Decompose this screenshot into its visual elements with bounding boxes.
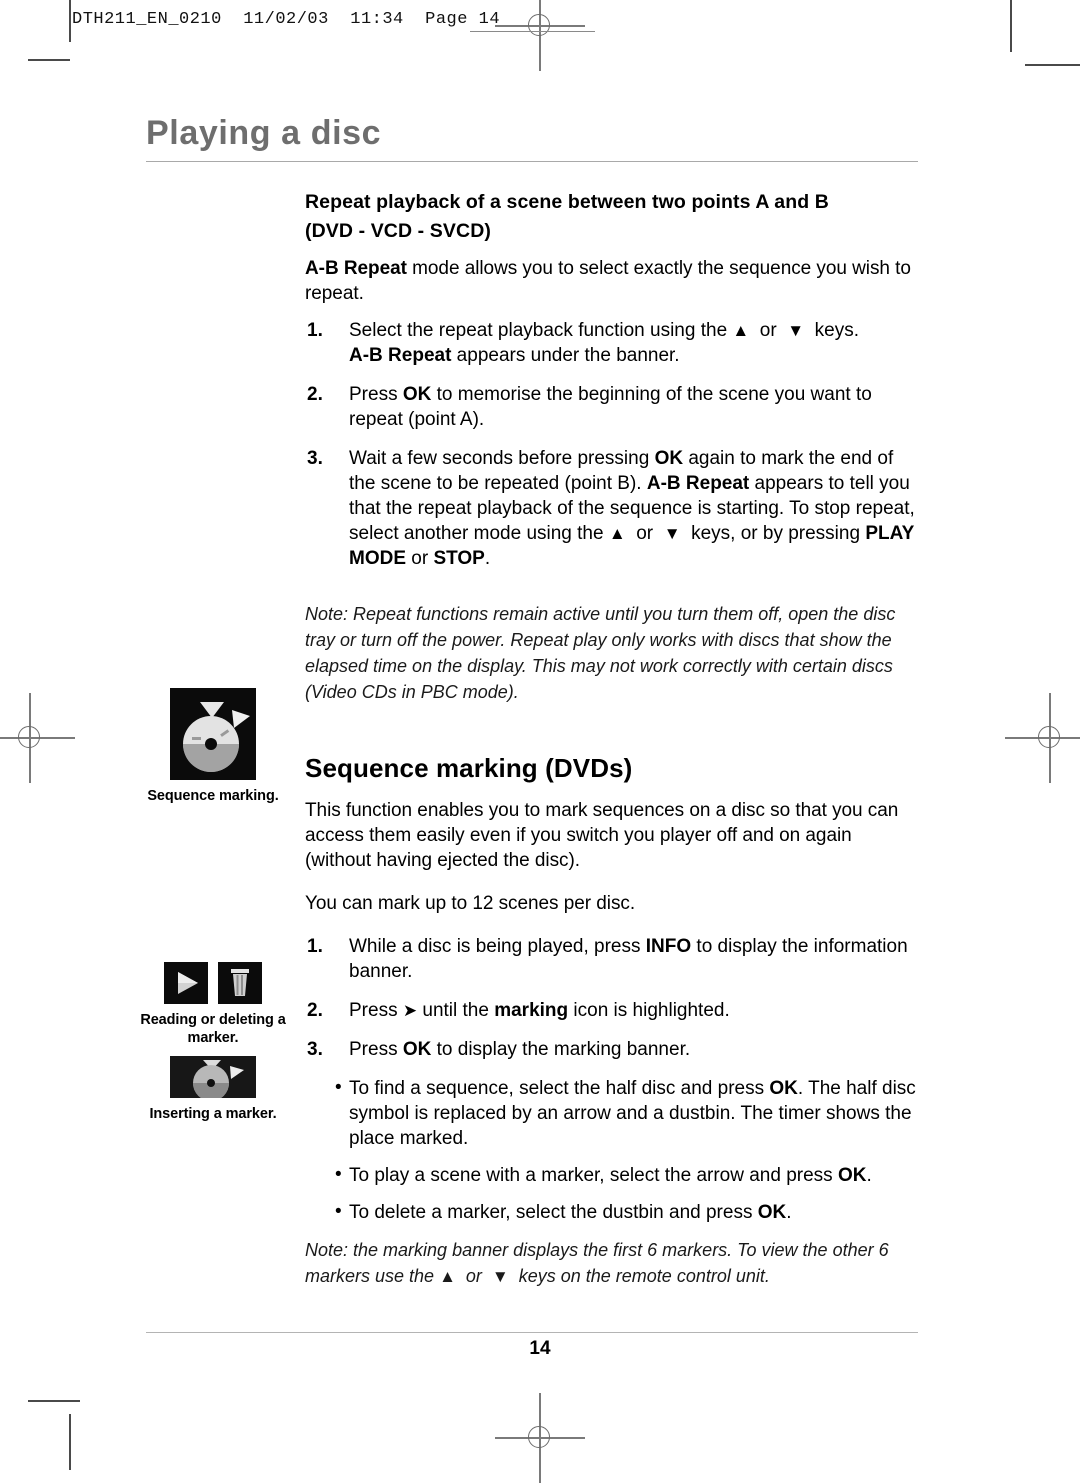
subsection-heading-line2: (DVD - VCD - SVCD) xyxy=(305,220,491,242)
step-number: 1. xyxy=(307,320,323,341)
page-title-rule xyxy=(146,161,918,162)
step-item: 3. Wait a few seconds before pressing OK… xyxy=(305,446,919,571)
bullet-text: To delete a marker, select the dustbin a… xyxy=(349,1202,792,1223)
subsection-heading-ab-repeat: Repeat playback of a scene between two p… xyxy=(305,188,919,246)
figure-caption: Inserting a marker. xyxy=(149,1106,277,1122)
main-content-column: Repeat playback of a scene between two p… xyxy=(305,188,919,1290)
step-number: 3. xyxy=(307,448,323,469)
step-item: 1. While a disc is being played, press I… xyxy=(305,934,919,984)
bullet-text: To play a scene with a marker, select th… xyxy=(349,1165,872,1186)
half-disc-icon xyxy=(170,1056,256,1098)
step-number: 1. xyxy=(307,936,323,957)
step-number: 2. xyxy=(307,384,323,405)
step-number: 3. xyxy=(307,1039,323,1060)
page-title: Playing a disc xyxy=(146,114,382,152)
figure-caption: Sequence marking. xyxy=(147,788,279,804)
step-text: Press OK to memorise the beginning of th… xyxy=(349,384,872,430)
ab-repeat-intro-bold: A-B Repeat xyxy=(305,258,407,279)
figure-inserting-a-marker: Inserting a marker. xyxy=(125,1056,301,1123)
step-text: Select the repeat playback function usin… xyxy=(349,320,859,366)
subsection-heading-line1: Repeat playback of a scene between two p… xyxy=(305,191,829,213)
sequence-marking-bullet-list: • To find a sequence, select the half di… xyxy=(305,1076,919,1225)
step-text: Wait a few seconds before pressing OK ag… xyxy=(349,448,915,569)
step-number: 2. xyxy=(307,1000,323,1021)
step-item: 2. Press OK to memorise the beginning of… xyxy=(305,382,919,432)
list-item: • To find a sequence, select the half di… xyxy=(305,1076,919,1151)
step-text: Press OK to display the marking banner. xyxy=(349,1039,691,1060)
ab-repeat-note: Note: Repeat functions remain active unt… xyxy=(305,604,896,702)
document-page: Playing a disc Sequence marking. Reading… xyxy=(0,0,1080,1470)
dustbin-icon xyxy=(218,962,263,1004)
play-arrow-icon xyxy=(163,962,208,1004)
step-text: While a disc is being played, press INFO… xyxy=(349,936,908,982)
section-heading-sequence-marking: Sequence marking (DVDs) xyxy=(305,753,633,783)
step-item: 1. Select the repeat playback function u… xyxy=(305,318,919,368)
bullet-dot: • xyxy=(335,1201,342,1222)
step-item: 2. Press ➤ until the marking icon is hig… xyxy=(305,998,919,1023)
sequence-marking-steps-list: 1. While a disc is being played, press I… xyxy=(305,934,919,1062)
disc-marking-icon xyxy=(170,688,256,780)
bullet-dot: • xyxy=(335,1164,342,1185)
ab-repeat-steps-list: 1. Select the repeat playback function u… xyxy=(305,318,919,571)
sequence-marking-paragraph-1: This function enables you to mark sequen… xyxy=(305,800,899,871)
step-text: Press ➤ until the marking icon is highli… xyxy=(349,1000,730,1021)
list-item: • To delete a marker, select the dustbin… xyxy=(305,1200,919,1225)
figure-reading-or-deleting-marker: Reading or deleting a marker. xyxy=(125,962,301,1047)
figure-sequence-marking: Sequence marking. xyxy=(125,688,301,805)
bullet-text: To find a sequence, select the half disc… xyxy=(349,1078,916,1149)
figure-caption: Reading or deleting a marker. xyxy=(140,1012,286,1046)
sequence-marking-paragraph-2: You can mark up to 12 scenes per disc. xyxy=(305,893,636,914)
sequence-marking-note: Note: the marking banner displays the fi… xyxy=(305,1240,889,1286)
bullet-dot: • xyxy=(335,1077,342,1098)
list-item: • To play a scene with a marker, select … xyxy=(305,1163,919,1188)
footer-rule xyxy=(146,1332,918,1333)
page-number: 14 xyxy=(529,1338,551,1359)
ab-repeat-intro: A-B Repeat mode allows you to select exa… xyxy=(305,256,919,306)
step-item: 3. Press OK to display the marking banne… xyxy=(305,1037,919,1062)
